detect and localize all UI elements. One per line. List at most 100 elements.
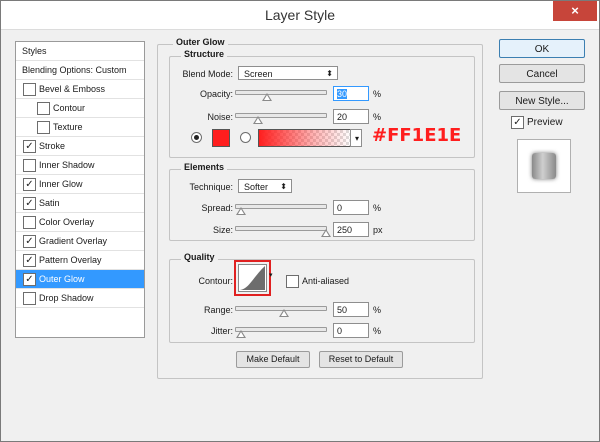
size-label: Size:: [212, 225, 233, 235]
style-item-label: Texture: [53, 122, 83, 132]
jitter-slider-thumb[interactable]: [236, 330, 246, 338]
opacity-unit: %: [373, 89, 382, 99]
cancel-button[interactable]: Cancel: [499, 64, 585, 83]
contour-curve-icon: [240, 266, 265, 290]
spread-unit: %: [373, 203, 382, 213]
structure-label: Structure: [181, 49, 228, 59]
style-item-satin[interactable]: ✓ Satin: [16, 194, 144, 213]
style-checkbox[interactable]: [23, 216, 36, 229]
contour-picker[interactable]: [238, 264, 267, 292]
style-item-label: Gradient Overlay: [39, 236, 108, 246]
style-item-label: Satin: [39, 198, 60, 208]
style-item-label: Blending Options: Custom: [22, 65, 127, 75]
size-slider[interactable]: [235, 226, 331, 237]
size-unit: px: [373, 225, 383, 235]
spread-slider[interactable]: [235, 204, 327, 215]
jitter-slider[interactable]: [235, 327, 327, 338]
style-item-contour[interactable]: Contour: [16, 99, 144, 118]
style-item-bevel-emboss[interactable]: Bevel & Emboss: [16, 80, 144, 99]
jitter-field[interactable]: 0: [333, 323, 369, 338]
style-item-drop-shadow[interactable]: Drop Shadow: [16, 289, 144, 308]
spread-label: Spread:: [201, 203, 233, 213]
outer-glow-title: Outer Glow: [173, 37, 228, 47]
styles-list: Styles Blending Options: Custom Bevel & Em…: [15, 41, 145, 338]
technique-label: Technique:: [189, 182, 233, 192]
spread-slider-thumb[interactable]: [236, 207, 246, 215]
style-checkbox[interactable]: ✓: [23, 197, 36, 210]
style-item-styles[interactable]: Styles: [16, 42, 144, 61]
size-field[interactable]: 250: [333, 222, 369, 237]
dropdown-arrow-icon: ⬍: [326, 69, 333, 78]
style-preview-thumbnail: [517, 139, 571, 193]
range-label: Range:: [203, 305, 233, 315]
preview-checkbox[interactable]: ✓: [511, 116, 524, 129]
range-slider-thumb[interactable]: [278, 309, 289, 317]
reset-to-default-button[interactable]: Reset to Default: [319, 351, 403, 368]
dropdown-arrow-icon: ⬍: [280, 182, 287, 191]
technique-value: Softer: [244, 182, 269, 192]
gradient-radio[interactable]: [240, 132, 251, 143]
opacity-slider[interactable]: [235, 90, 327, 101]
style-item-outer-glow[interactable]: ✓ Outer Glow: [16, 270, 144, 289]
style-item-label: Stroke: [39, 141, 66, 151]
style-item-label: Drop Shadow: [39, 293, 94, 303]
style-item-label: Contour: [53, 103, 86, 113]
new-style-button[interactable]: New Style...: [499, 91, 585, 110]
noise-field[interactable]: 20: [333, 109, 369, 124]
elements-label: Elements: [181, 162, 228, 172]
blend-mode-select[interactable]: Screen ⬍: [238, 66, 338, 80]
title-bar: Layer Style ×: [1, 1, 599, 30]
opacity-slider-thumb[interactable]: [261, 93, 272, 101]
noise-slider[interactable]: [235, 113, 327, 124]
solid-color-radio[interactable]: [191, 132, 202, 143]
style-item-pattern-overlay[interactable]: ✓ Pattern Overlay: [16, 251, 144, 270]
glow-color-swatch[interactable]: [212, 129, 230, 147]
style-item-blending-options-custom[interactable]: Blending Options: Custom: [16, 61, 144, 80]
style-item-label: Styles: [22, 46, 47, 56]
quality-label: Quality: [181, 252, 218, 262]
style-checkbox[interactable]: [37, 121, 50, 134]
style-checkbox[interactable]: [23, 292, 36, 305]
range-slider[interactable]: [235, 306, 327, 317]
style-checkbox[interactable]: ✓: [23, 178, 36, 191]
style-item-label: Outer Glow: [39, 274, 85, 284]
style-item-color-overlay[interactable]: Color Overlay: [16, 213, 144, 232]
preview-label: Preview: [527, 117, 563, 128]
style-checkbox[interactable]: ✓: [23, 254, 36, 267]
opacity-field[interactable]: 30: [333, 86, 369, 101]
range-unit: %: [373, 305, 382, 315]
style-item-inner-shadow[interactable]: Inner Shadow: [16, 156, 144, 175]
size-slider-thumb[interactable]: [321, 229, 331, 237]
chevron-down-icon: ▾: [354, 134, 359, 143]
glow-gradient-swatch[interactable]: [258, 129, 352, 147]
style-checkbox[interactable]: [23, 83, 36, 96]
close-button[interactable]: ×: [553, 1, 597, 21]
opacity-label: Opacity:: [199, 89, 233, 99]
style-checkbox[interactable]: [37, 102, 50, 115]
noise-unit: %: [373, 112, 382, 122]
style-checkbox[interactable]: ✓: [23, 273, 36, 286]
style-item-label: Inner Shadow: [39, 160, 95, 170]
style-item-texture[interactable]: Texture: [16, 118, 144, 137]
spread-field[interactable]: 0: [333, 200, 369, 215]
layer-style-dialog: Layer Style × Styles Blending Options: Cu…: [0, 0, 600, 442]
style-checkbox[interactable]: ✓: [23, 140, 36, 153]
style-item-label: Bevel & Emboss: [39, 84, 106, 94]
range-field[interactable]: 50: [333, 302, 369, 317]
style-item-gradient-overlay[interactable]: ✓ Gradient Overlay: [16, 232, 144, 251]
style-checkbox[interactable]: [23, 159, 36, 172]
style-item-label: Color Overlay: [39, 217, 95, 227]
gradient-dropdown[interactable]: ▾: [350, 129, 362, 147]
glow-color-hex-label: #FF1E1E: [372, 125, 462, 146]
make-default-button[interactable]: Make Default: [236, 351, 310, 368]
noise-slider-thumb[interactable]: [253, 116, 263, 124]
technique-select[interactable]: Softer ⬍: [238, 179, 292, 193]
ok-button[interactable]: OK: [499, 39, 585, 58]
noise-label: Noise:: [207, 112, 233, 122]
contour-dropdown-icon[interactable]: ▾: [269, 271, 273, 279]
style-checkbox[interactable]: ✓: [23, 235, 36, 248]
anti-aliased-label: Anti-aliased: [302, 276, 350, 286]
style-item-inner-glow[interactable]: ✓ Inner Glow: [16, 175, 144, 194]
anti-aliased-checkbox[interactable]: [286, 275, 299, 288]
style-item-stroke[interactable]: ✓ Stroke: [16, 137, 144, 156]
